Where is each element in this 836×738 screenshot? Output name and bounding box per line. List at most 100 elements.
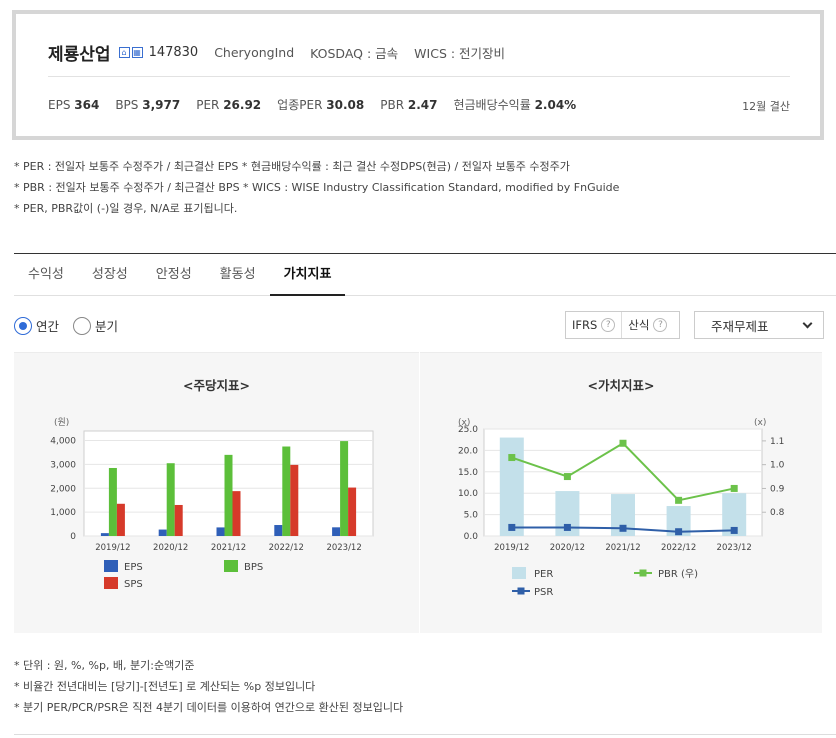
y-tick-label-left: 5.0 [464, 511, 479, 521]
bar-eps [100, 533, 109, 536]
point-pbr [619, 439, 627, 447]
help-icon[interactable]: ? [653, 318, 668, 332]
x-tick-label: 2020/12 [550, 543, 585, 553]
bar-bps [224, 454, 233, 536]
x-tick-label: 2023/12 [326, 543, 361, 553]
metric-eps: EPS 364 [48, 97, 100, 112]
building-icon[interactable]: ▦ [131, 46, 143, 58]
legend-swatch [104, 577, 118, 589]
x-tick-label: 2019/12 [95, 543, 130, 553]
radio-quarter[interactable] [73, 316, 92, 335]
legend-label: PER [534, 569, 553, 580]
legend-swatch [104, 560, 118, 572]
metric-per: PER 26.92 [196, 97, 262, 112]
tab-activity[interactable]: 활동성 [206, 254, 270, 296]
point-pbr [730, 484, 738, 492]
wics-label: WICS : 전기장비 [414, 45, 506, 61]
statement-select[interactable]: 주재무제표 [694, 311, 824, 339]
valuation-chart-panel: <가치지표> (x) (x) 0.0 5.0 10.0 15.0 20.0 25.0 0.8 0.… [420, 352, 822, 633]
x-tick-label: 2019/12 [494, 543, 529, 553]
bar-eps [274, 525, 283, 536]
legend-marker-pbr [639, 569, 647, 577]
legend-label: BPS [244, 562, 263, 573]
legend-swatch-per [512, 567, 526, 579]
unit-notes: * 단위 : 원, %, %p, 배, 분기:순액기준 * 비율간 전년대비는 … [14, 655, 403, 718]
legend-label: EPS [124, 562, 143, 573]
y-tick-label-left: 10.0 [458, 489, 478, 499]
tab-profitability[interactable]: 수익성 [14, 254, 78, 296]
note-line: * 분기 PER/PCR/PSR은 직전 4분기 데이터를 이용하여 연간으로 … [14, 701, 404, 714]
radio-annual-label[interactable]: 연간 [36, 316, 59, 335]
bar-eps [158, 529, 167, 536]
bar-sps [116, 503, 125, 536]
y-axis-label: (원) [54, 417, 69, 428]
metric-bps: BPS 3,977 [115, 97, 181, 112]
metric-industry-per: 업종PER 30.08 [277, 98, 365, 112]
y-tick-label: 2,000 [50, 484, 76, 494]
ifrs-button[interactable]: IFRS ? [566, 312, 621, 338]
note-line: * 단위 : 원, %, %p, 배, 분기:순액기준 [14, 659, 195, 672]
english-name: CheryongInd [214, 44, 295, 60]
bar-per [499, 437, 524, 536]
tab-stability[interactable]: 안정성 [142, 254, 206, 296]
point-pbr [675, 496, 683, 504]
y-tick-label-left: 0.0 [464, 532, 479, 542]
help-icon[interactable]: ? [601, 318, 616, 332]
metric-dividend-yield: 현금배당수익률 2.04% [453, 98, 577, 112]
y-tick-label: 4,000 [50, 437, 76, 447]
bar-eps [216, 527, 225, 536]
metric-pbr: PBR 2.47 [380, 97, 438, 112]
definition-notes: * PER : 전일자 보통주 수정주가 / 최근결산 EPS * 현금배당수익… [14, 156, 619, 219]
y-tick-label-right: 1.0 [770, 461, 785, 471]
y-axis-label-right: (x) [754, 418, 766, 428]
radio-quarter-label[interactable]: 분기 [95, 316, 118, 335]
y-tick-label: 0 [70, 532, 76, 542]
per-share-chart-panel: <주당지표> (원) 0 1,000 2,000 3,000 4,000 2019/12 20… [14, 352, 419, 633]
bar-bps [340, 441, 349, 536]
legend-label: PSR [534, 587, 553, 598]
bar-eps [332, 527, 341, 536]
company-name: 제룡산업 [48, 44, 111, 65]
point-psr [508, 523, 516, 531]
radio-annual[interactable] [14, 316, 32, 335]
bar-sps [348, 487, 357, 536]
point-pbr [563, 473, 571, 481]
formula-button[interactable]: 산식 ? [621, 312, 673, 338]
y-tick-label-right: 1.1 [770, 437, 784, 447]
bar-bps [282, 446, 291, 536]
point-pbr [508, 454, 516, 462]
legend-label: SPS [124, 579, 143, 590]
fiscal-month: 12월 결산 [742, 100, 790, 113]
tab-growth[interactable]: 성장성 [78, 254, 142, 296]
bar-bps [108, 467, 117, 536]
home-icon[interactable]: ⌂ [118, 46, 130, 58]
note-line: * 비율간 전년대비는 [당기]-[전년도] 로 계산되는 %p 정보입니다 [14, 680, 316, 693]
x-tick-label: 2022/12 [269, 543, 304, 553]
company-header: 제룡산업 ⌂ ▦ 147830 CheryongInd KOSDAQ : 금속 … [12, 10, 824, 140]
x-tick-label: 2022/12 [661, 543, 696, 553]
stock-code: 147830 [148, 44, 199, 60]
per-share-chart: (원) 0 1,000 2,000 3,000 4,000 2019/12 2020/12 20… [50, 417, 374, 590]
y-tick-label-left: 20.0 [458, 446, 478, 456]
bar-bps [166, 463, 175, 536]
y-tick-label-left: 25.0 [458, 425, 478, 435]
market-label: KOSDAQ : 금속 [310, 45, 399, 61]
header-divider [48, 76, 790, 77]
tab-valuation[interactable]: 가치지표 [269, 254, 346, 296]
y-tick-label-right: 0.9 [770, 484, 785, 494]
company-title-row: 제룡산업 ⌂ ▦ 147830 CheryongInd KOSDAQ : 금속 … [48, 40, 521, 65]
point-psr [730, 526, 738, 534]
statement-select-value: 주재무제표 [711, 318, 769, 334]
bar-sps [290, 464, 299, 536]
footer-divider [14, 734, 836, 735]
valuation-chart: (x) (x)0.05.010.015.020.025.00.80.91.01.1… [458, 418, 785, 598]
indicator-tabs: 수익성 성장성 안정성 활동성 가치지표 [14, 254, 836, 296]
formula-label: 산식 [628, 318, 650, 332]
bar-sps [174, 504, 183, 536]
ifrs-label: IFRS [572, 318, 598, 332]
x-tick-label: 2021/12 [211, 543, 246, 553]
note-line: * PER : 전일자 보통주 수정주가 / 최근결산 EPS * 현금배당수익… [14, 160, 570, 173]
legend-marker-psr [517, 587, 525, 595]
option-buttons: IFRS ? 산식 ? [565, 311, 680, 339]
point-psr [563, 523, 571, 531]
